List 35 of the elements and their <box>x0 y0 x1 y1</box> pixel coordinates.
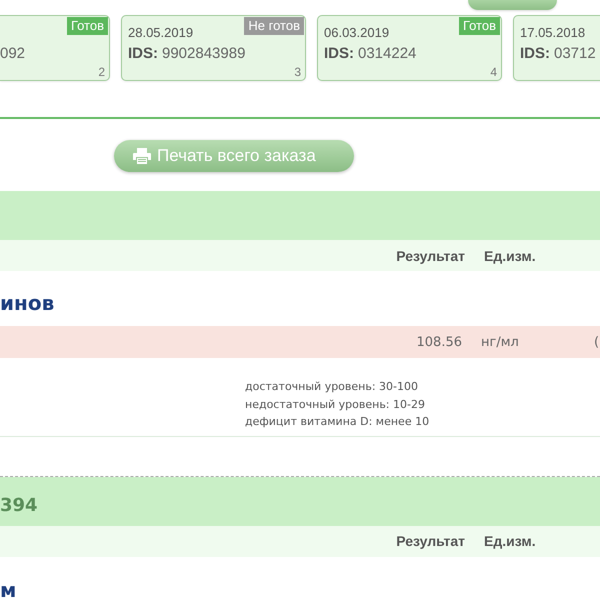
column-header: Результат <box>395 533 466 549</box>
ids-number: 092 <box>0 45 26 62</box>
unit-text: нг/мл <box>480 334 520 350</box>
ids-number: 03712 <box>554 45 596 62</box>
order-number: 2 <box>98 65 106 80</box>
section-title: 394 <box>0 495 38 517</box>
result-value: 108.56 <box>416 334 463 350</box>
group-title: м <box>0 580 16 600</box>
reference-text: недостаточный уровень: 10-29 <box>245 396 425 412</box>
order-number: 3 <box>294 65 302 80</box>
group-title: инов <box>0 290 54 316</box>
order-date: 06.03.2019 <box>324 26 390 40</box>
order-date: 17.05.2018 <box>520 26 586 40</box>
ids-number: 0314224 <box>358 45 416 62</box>
order-card[interactable]: Готов 092 2 <box>0 15 110 81</box>
printer-icon <box>133 148 151 164</box>
ids-label: IDS: <box>128 45 158 62</box>
reference-text: дефицит витамина D: менее 10 <box>245 414 430 430</box>
reference-text: достаточный уровень: 30-100 <box>245 379 418 395</box>
ids-label: IDS: <box>520 45 550 62</box>
ids-number: 9902843989 <box>162 45 246 62</box>
order-card[interactable]: 06.03.2019 Готов IDS: 0314224 4 <box>317 15 502 81</box>
column-header: Ед.изм. <box>483 533 537 549</box>
ids-label: IDS: <box>324 45 354 62</box>
status-badge: Не готов <box>244 17 304 35</box>
column-header: Ед.изм. <box>483 248 537 264</box>
status-badge: Готов <box>458 17 500 35</box>
status-badge: Готов <box>66 17 108 35</box>
order-number: 4 <box>490 65 498 80</box>
order-card[interactable]: 17.05.2018 IDS: 03712 <box>513 15 600 81</box>
table-cell: ( <box>594 334 600 350</box>
column-header: Результат <box>395 248 466 264</box>
order-card[interactable]: 28.05.2019 Не готов IDS: 9902843989 3 <box>121 15 306 81</box>
rounded-button[interactable] <box>468 0 557 10</box>
order-date: 28.05.2019 <box>128 26 194 40</box>
